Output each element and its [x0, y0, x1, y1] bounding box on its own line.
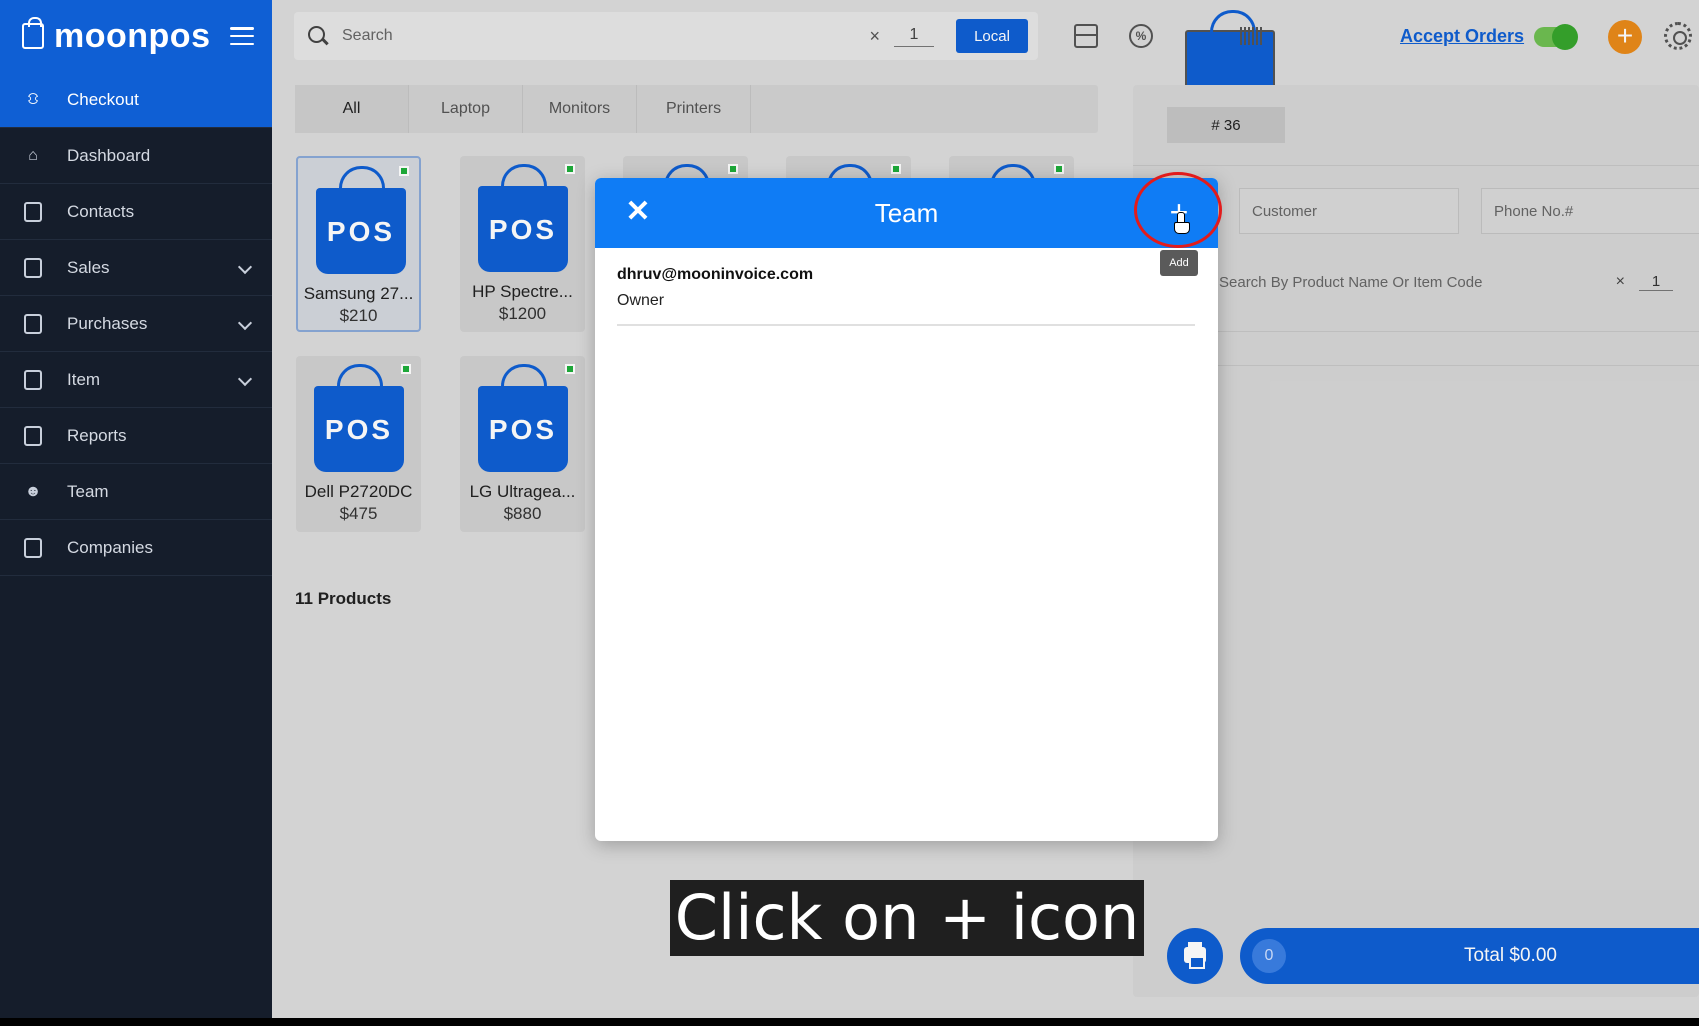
purchases-icon — [22, 313, 44, 335]
sidebar-item-purchases[interactable]: Purchases — [0, 296, 272, 352]
team-member-row[interactable]: dhruv@mooninvoice.com Owner — [617, 266, 1195, 326]
brand-bar: moonpos — [0, 0, 272, 72]
sidebar-item-label: Checkout — [67, 89, 139, 109]
pos-bag-logo-icon — [22, 17, 44, 49]
add-tooltip: Add — [1160, 250, 1198, 276]
modal-title: Team — [874, 198, 939, 228]
sidebar-item-checkout[interactable]: ⛻ Checkout — [0, 72, 272, 128]
sidebar-item-item[interactable]: Item — [0, 352, 272, 408]
sidebar-item-label: Companies — [67, 537, 153, 557]
team-modal: ✕ Team + dhruv@mooninvoice.com Owner — [595, 178, 1218, 841]
sidebar-item-label: Team — [67, 481, 109, 501]
contacts-icon — [22, 201, 44, 223]
sidebar-item-dashboard[interactable]: ⌂ Dashboard — [0, 128, 272, 184]
brand-name: moonpos — [54, 16, 211, 55]
chevron-down-icon — [237, 315, 253, 331]
home-icon: ⌂ — [28, 146, 38, 164]
sidebar-item-companies[interactable]: Companies — [0, 520, 272, 576]
member-role: Owner — [617, 292, 665, 309]
sidebar-item-label: Purchases — [67, 313, 148, 333]
companies-icon — [22, 537, 44, 559]
modal-header: ✕ Team + — [595, 178, 1218, 248]
app-window: moonpos ⛻ Checkout ⌂ Dashboard Contacts … — [0, 0, 1699, 1018]
sidebar: moonpos ⛻ Checkout ⌂ Dashboard Contacts … — [0, 0, 272, 1018]
sidebar-item-label: Contacts — [67, 201, 135, 221]
sidebar-item-team[interactable]: ☻ Team — [0, 464, 272, 520]
chevron-down-icon — [237, 371, 253, 387]
highlight-ring-annotation — [1134, 172, 1222, 248]
sales-icon — [22, 257, 44, 279]
item-icon — [22, 369, 44, 391]
sidebar-item-contacts[interactable]: Contacts — [0, 184, 272, 240]
sidebar-item-reports[interactable]: Reports — [0, 408, 272, 464]
chevron-down-icon — [237, 259, 253, 275]
team-icon: ☻ — [24, 482, 42, 500]
reports-icon — [22, 425, 44, 447]
sidebar-item-sales[interactable]: Sales — [0, 240, 272, 296]
sidebar-item-label: Dashboard — [67, 145, 151, 165]
hamburger-menu-icon[interactable] — [230, 27, 255, 45]
sidebar-item-label: Sales — [67, 257, 110, 277]
sidebar-item-label: Reports — [67, 425, 127, 445]
hand-cursor-icon — [1174, 212, 1190, 234]
member-email: dhruv@mooninvoice.com — [617, 266, 814, 283]
tutorial-caption: Click on + icon — [670, 880, 1144, 956]
sidebar-item-label: Item — [67, 369, 101, 389]
basket-icon: ⛻ — [27, 90, 39, 108]
